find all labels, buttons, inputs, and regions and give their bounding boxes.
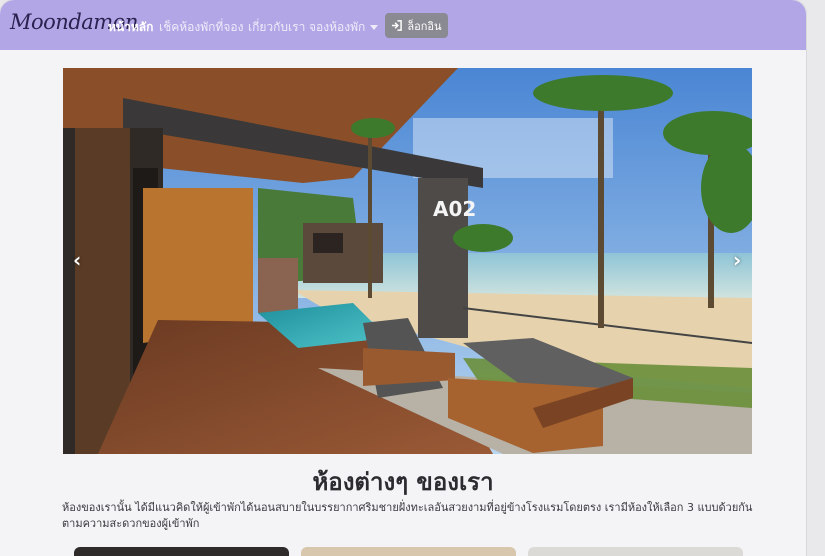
nav-home[interactable]: หน้าหลัก (108, 18, 153, 37)
nav-check-booking[interactable]: เช็คห้องพักที่จอง (159, 18, 243, 37)
navbar: Moondamon หน้าหลัก เช็คห้องพักที่จอง เกี… (0, 0, 806, 50)
hero-image: A02 (63, 68, 752, 454)
rooms-section-title: ห้องต่างๆ ของเรา (312, 468, 494, 496)
room-card-1[interactable] (74, 547, 289, 556)
carousel-prev-icon[interactable]: ‹ (73, 248, 81, 272)
browser-frame: Moondamon หน้าหลัก เช็คห้องพักที่จอง เกี… (0, 0, 806, 556)
rooms-section-description: ห้องของเรานั้น ได้มีแนวคิดให้ผู้เข้าพักไ… (62, 501, 753, 530)
nav-book-room-dropdown[interactable]: จองห้องพัก (309, 18, 379, 37)
room-card-2[interactable] (301, 547, 516, 556)
room-card-3[interactable] (528, 547, 743, 556)
hero-carousel[interactable]: A02 ‹ › (63, 68, 752, 454)
login-button[interactable]: ล็อกอิน (385, 13, 448, 38)
caret-down-icon (370, 25, 379, 30)
sign-in-icon (392, 20, 403, 31)
room-sign-text: A02 (433, 197, 476, 221)
nav-about[interactable]: เกี่ยวกับเรา (248, 18, 305, 37)
login-label: ล็อกอิน (407, 19, 442, 33)
carousel-next-icon[interactable]: › (733, 248, 741, 272)
nav-book-room-label: จองห้องพัก (309, 20, 366, 34)
